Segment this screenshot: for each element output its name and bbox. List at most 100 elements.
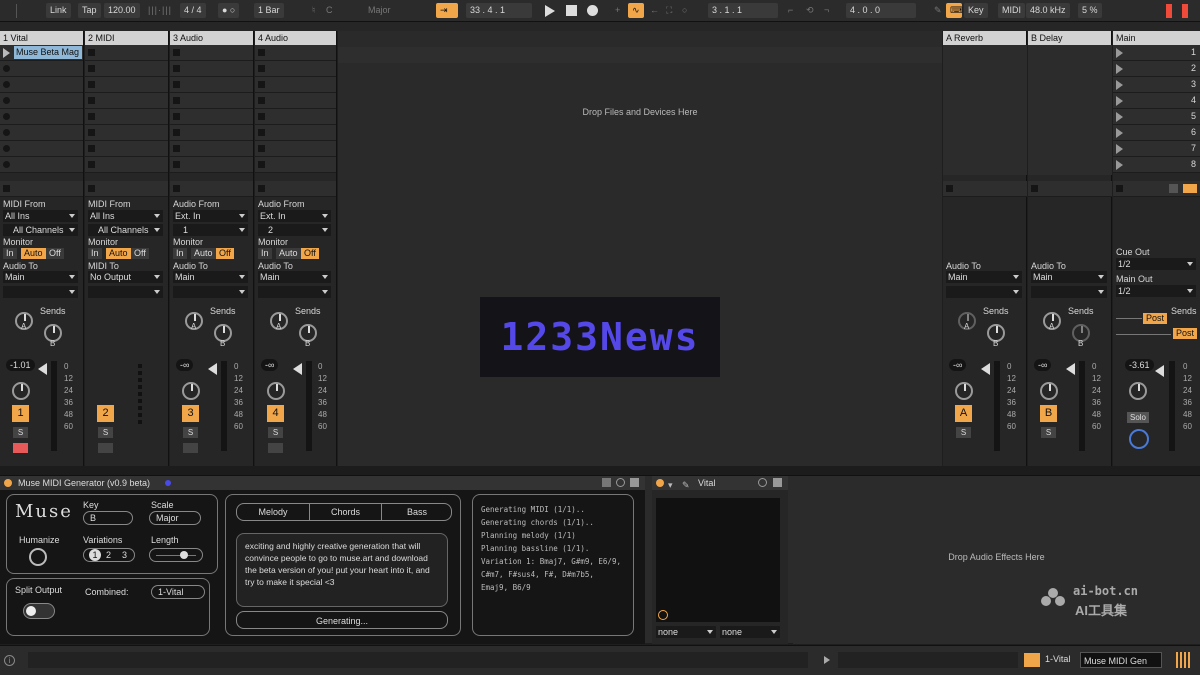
- stop-slot-icon[interactable]: [88, 97, 95, 104]
- volume-field[interactable]: -∞: [949, 359, 967, 371]
- arm-button[interactable]: [13, 443, 28, 453]
- stop-slot-icon[interactable]: [258, 145, 265, 152]
- clip-slot[interactable]: [0, 109, 83, 125]
- device-power-icon[interactable]: [4, 479, 12, 487]
- track-title[interactable]: B Delay: [1028, 31, 1111, 45]
- stop-slot-icon[interactable]: [173, 161, 180, 168]
- automation-arm-icon[interactable]: ∿: [628, 3, 644, 18]
- capture-icon[interactable]: ⛶: [662, 3, 676, 18]
- record-slot-icon[interactable]: [3, 145, 10, 152]
- clip-slot[interactable]: [0, 157, 83, 173]
- volume-fader-icon[interactable]: [1066, 363, 1075, 375]
- output-channel-select[interactable]: [3, 286, 78, 298]
- clip-slot[interactable]: [170, 45, 253, 61]
- input-channel-select[interactable]: 1: [173, 224, 248, 236]
- slider-handle[interactable]: [180, 551, 188, 559]
- stop-slot[interactable]: [170, 181, 253, 197]
- solo-button[interactable]: S: [1041, 427, 1056, 438]
- clip-slot[interactable]: [255, 45, 336, 61]
- monitor-off-button[interactable]: Off: [131, 248, 149, 259]
- clip-slot[interactable]: [255, 77, 336, 93]
- post-button[interactable]: Post: [1173, 328, 1198, 339]
- loop-start[interactable]: 3 . 1 . 1: [708, 3, 778, 18]
- scene-launch[interactable]: 6: [1113, 125, 1200, 141]
- scene-play-icon[interactable]: [1116, 128, 1123, 138]
- arm-button[interactable]: [183, 443, 198, 453]
- output-channel-select[interactable]: [258, 286, 331, 298]
- monitor-off-button[interactable]: Off: [46, 248, 64, 259]
- track-activator-button[interactable]: B: [1040, 405, 1057, 422]
- volume-field[interactable]: -1.01: [6, 359, 35, 371]
- stop-clip-icon[interactable]: [3, 185, 10, 192]
- monitor-off-button[interactable]: Off: [216, 248, 234, 259]
- stop-slot-icon[interactable]: [88, 113, 95, 120]
- pan-knob[interactable]: [1129, 382, 1147, 400]
- output-channel-select[interactable]: [88, 286, 163, 298]
- key-select[interactable]: C: [322, 3, 360, 18]
- stop-slot-icon[interactable]: [88, 161, 95, 168]
- clip-slot[interactable]: Muse Beta Mag: [0, 45, 83, 61]
- scale-select[interactable]: Major: [149, 511, 201, 525]
- volume-fader-icon[interactable]: [38, 363, 47, 375]
- clip-slot[interactable]: [0, 141, 83, 157]
- volume-field[interactable]: -∞: [1034, 359, 1052, 371]
- stop-slot[interactable]: [943, 181, 1027, 197]
- monitor-in-button[interactable]: In: [3, 248, 17, 259]
- track-title[interactable]: 1 Vital: [0, 31, 83, 45]
- device-hotswap-icon[interactable]: [616, 478, 625, 487]
- monitor-auto-button[interactable]: Auto: [191, 248, 216, 259]
- track-activator-button[interactable]: 2: [97, 405, 114, 422]
- solo-button[interactable]: S: [268, 427, 283, 438]
- track-activator-button[interactable]: 1: [12, 405, 29, 422]
- scene-play-icon[interactable]: [1116, 48, 1123, 58]
- expand-icon[interactable]: [824, 656, 830, 664]
- back-to-arrangement-icon[interactable]: ←: [646, 3, 663, 18]
- track-activator-button[interactable]: 3: [182, 405, 199, 422]
- clip-slot[interactable]: [255, 109, 336, 125]
- stop-clip-icon[interactable]: [173, 185, 180, 192]
- clip-slot[interactable]: [85, 109, 168, 125]
- punch-in-icon[interactable]: ⌐: [784, 3, 797, 18]
- input-source-select[interactable]: Ext. In: [173, 210, 248, 222]
- stop-slot[interactable]: [255, 181, 336, 197]
- effects-drop-zone[interactable]: Drop Audio Effects Here ai-bot.cn AI工具集: [793, 476, 1200, 644]
- pan-knob[interactable]: [267, 382, 285, 400]
- scene-launch[interactable]: 2: [1113, 61, 1200, 77]
- clip-slot[interactable]: [85, 61, 168, 77]
- stop-slot[interactable]: [1028, 181, 1112, 197]
- output-channel-select[interactable]: [946, 286, 1022, 298]
- record-slot-icon[interactable]: [3, 97, 10, 104]
- monitor-in-button[interactable]: In: [88, 248, 102, 259]
- clip-slot[interactable]: [85, 93, 168, 109]
- stop-slot-icon[interactable]: [88, 49, 95, 56]
- pan-knob[interactable]: [955, 382, 973, 400]
- stop-slot-icon[interactable]: [258, 129, 265, 136]
- volume-fader-icon[interactable]: [208, 363, 217, 375]
- clip-slot[interactable]: [85, 141, 168, 157]
- stop-slot-icon[interactable]: [173, 129, 180, 136]
- record-slot-icon[interactable]: [3, 65, 10, 72]
- record-slot-icon[interactable]: [3, 161, 10, 168]
- clip-slot[interactable]: [255, 93, 336, 109]
- cue-out-select[interactable]: 1/2: [1116, 258, 1196, 270]
- volume-field[interactable]: -∞: [261, 359, 279, 371]
- scale-select[interactable]: Major: [364, 3, 424, 18]
- monitor-off-button[interactable]: Off: [301, 248, 319, 259]
- metronome-button[interactable]: ● ○: [218, 3, 240, 18]
- play-clip-icon[interactable]: [3, 48, 10, 58]
- stop-all-slot[interactable]: [1113, 181, 1200, 197]
- device-power-icon[interactable]: [656, 479, 664, 487]
- tap-button[interactable]: Tap: [78, 3, 101, 18]
- device-hotswap-icon[interactable]: [758, 478, 767, 487]
- length-slider[interactable]: [149, 548, 203, 562]
- volume-field[interactable]: -3.61: [1125, 359, 1154, 371]
- pan-knob[interactable]: [182, 382, 200, 400]
- punch-out-icon[interactable]: ¬: [820, 3, 833, 18]
- scene-play-icon[interactable]: [1116, 160, 1123, 170]
- output-select[interactable]: No Output: [88, 271, 163, 283]
- monitor-in-button[interactable]: In: [258, 248, 272, 259]
- stop-slot-icon[interactable]: [258, 81, 265, 88]
- volume-fader-icon[interactable]: [981, 363, 990, 375]
- key-icon[interactable]: ♮: [308, 3, 319, 18]
- stop-slot-icon[interactable]: [88, 65, 95, 72]
